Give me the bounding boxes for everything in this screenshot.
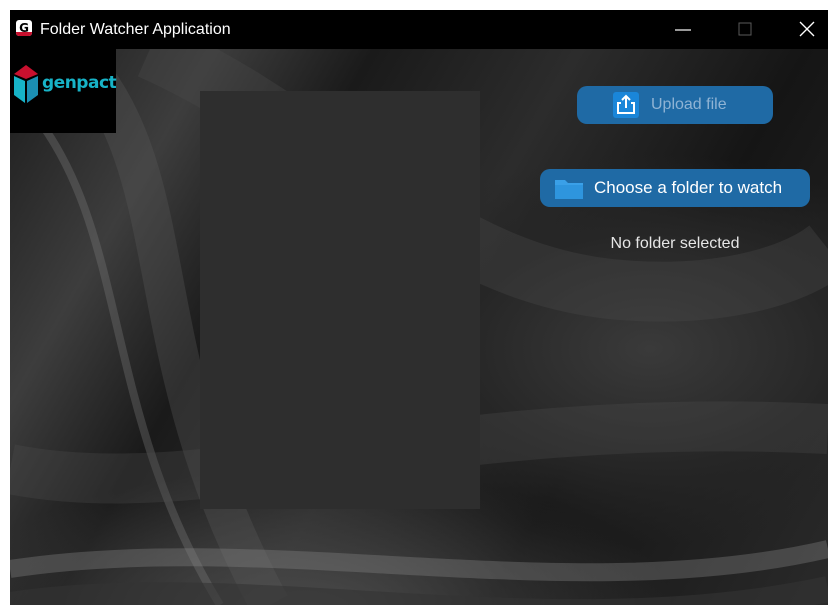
maximize-icon xyxy=(738,22,752,36)
folder-icon xyxy=(555,180,583,199)
title-bar[interactable]: G Folder Watcher Application xyxy=(10,10,828,49)
minimize-icon xyxy=(675,29,691,31)
choose-folder-button[interactable]: Choose a folder to watch xyxy=(540,169,810,207)
folder-status-text: No folder selected xyxy=(610,235,740,252)
upload-icon xyxy=(613,92,639,118)
choose-folder-label: Choose a folder to watch xyxy=(594,178,783,197)
app-window: G Folder Watcher Application genpact Upl… xyxy=(10,10,828,605)
preview-panel xyxy=(200,91,480,509)
close-button[interactable] xyxy=(784,10,828,49)
main-content: genpact Upload file Choose a folder to w… xyxy=(10,49,828,605)
minimize-button[interactable] xyxy=(660,10,706,49)
app-icon: G xyxy=(16,20,32,36)
genpact-logo-text: genpact xyxy=(42,73,117,93)
genpact-logo-mark-icon xyxy=(14,65,38,103)
close-icon xyxy=(799,21,815,37)
maximize-button[interactable] xyxy=(722,10,768,49)
genpact-logo: genpact xyxy=(10,49,117,133)
upload-file-button[interactable]: Upload file xyxy=(577,86,773,124)
window-title: Folder Watcher Application xyxy=(40,21,231,38)
upload-file-label: Upload file xyxy=(651,96,727,113)
